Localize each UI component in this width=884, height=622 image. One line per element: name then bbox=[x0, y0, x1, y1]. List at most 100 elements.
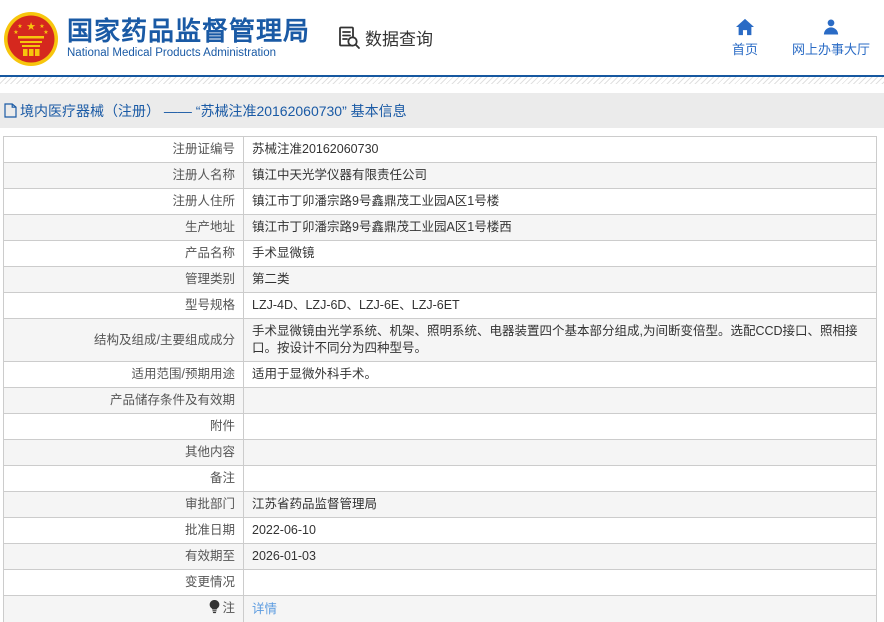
bulb-icon bbox=[209, 599, 220, 619]
breadcrumb-text: 境内医疗器械（注册） —— “苏械注准20162060730” 基本信息 bbox=[20, 102, 407, 119]
data-query-tab[interactable]: 数据查询 bbox=[336, 25, 433, 51]
data-query-icon bbox=[336, 25, 362, 51]
row-value-cell: 江苏省药品监督管理局 bbox=[243, 491, 877, 518]
row-value: 手术显微镜 bbox=[252, 246, 315, 260]
row-value-cell: LZJ-4D、LZJ-6D、LZJ-6E、LZJ-6ET bbox=[243, 292, 877, 319]
nav-online-hall-label: 网上办事大厅 bbox=[791, 41, 870, 57]
svg-text:★: ★ bbox=[39, 23, 44, 30]
row-value-cell: 详情 bbox=[243, 595, 877, 622]
row-value: 2026-01-03 bbox=[252, 549, 316, 563]
row-label: 有效期至 bbox=[184, 549, 235, 563]
table-row: 结构及组成/主要组成成分 手术显微镜由光学系统、机架、照明系统、电器装置四个基本… bbox=[3, 318, 877, 362]
person-icon bbox=[822, 18, 840, 36]
row-label-cell: 有效期至 bbox=[3, 543, 244, 570]
svg-text:★: ★ bbox=[13, 29, 18, 36]
table-row: 其他内容 bbox=[3, 439, 877, 466]
table-row: 管理类别 第二类 bbox=[3, 266, 877, 293]
site-header: ★ ★ ★ ★ ★ 国家药品监督管理局 National Medical Pro… bbox=[0, 0, 884, 75]
hatch-band bbox=[0, 77, 884, 84]
row-label: 附件 bbox=[209, 419, 235, 433]
row-value: 江苏省药品监督管理局 bbox=[252, 497, 378, 511]
table-row: 适用范围/预期用途 适用于显微外科手术。 bbox=[3, 361, 877, 388]
row-label: 注册证编号 bbox=[172, 142, 235, 156]
row-label-cell: 注册人名称 bbox=[3, 162, 244, 189]
row-value-cell: 2022-06-10 bbox=[243, 517, 877, 544]
row-label-cell: 变更情况 bbox=[3, 569, 244, 596]
row-value: 详情 bbox=[252, 602, 277, 616]
nav-home[interactable]: 首页 bbox=[732, 18, 758, 58]
svg-text:★: ★ bbox=[17, 23, 22, 30]
row-label-cell: 附件 bbox=[3, 413, 244, 440]
row-label: 产品储存条件及有效期 bbox=[109, 393, 235, 407]
table-row: 型号规格 LZJ-4D、LZJ-6D、LZJ-6E、LZJ-6ET bbox=[3, 292, 877, 319]
row-label-cell: 适用范围/预期用途 bbox=[3, 361, 244, 388]
data-query-label: 数据查询 bbox=[365, 30, 434, 49]
breadcrumb: 境内医疗器械（注册） —— “苏械注准20162060730” 基本信息 bbox=[0, 93, 884, 128]
row-label-cell: 管理类别 bbox=[3, 266, 244, 293]
table-row: 备注 bbox=[3, 465, 877, 492]
row-label-cell: 注册人住所 bbox=[3, 188, 244, 215]
row-label: 管理类别 bbox=[184, 272, 235, 286]
row-value-cell: 手术显微镜由光学系统、机架、照明系统、电器装置四个基本部分组成,为间断变倍型。选… bbox=[243, 318, 877, 362]
row-label: 生产地址 bbox=[184, 220, 235, 234]
table-row: 注册证编号 苏械注准20162060730 bbox=[3, 136, 877, 163]
row-value-cell bbox=[243, 569, 877, 596]
row-label-cell: 注册证编号 bbox=[3, 136, 244, 163]
home-icon bbox=[735, 18, 755, 36]
row-label-cell: 产品名称 bbox=[3, 240, 244, 267]
table-row: 注册人名称 镇江中天光学仪器有限责任公司 bbox=[3, 162, 877, 189]
table-row: 批准日期 2022-06-10 bbox=[3, 517, 877, 544]
site-title-block: 国家药品监督管理局 National Medical Products Admi… bbox=[67, 17, 310, 59]
site-title: 国家药品监督管理局 bbox=[67, 15, 311, 46]
row-value-cell bbox=[243, 387, 877, 414]
row-label: 审批部门 bbox=[184, 497, 235, 511]
row-value: 适用于显微外科手术。 bbox=[252, 367, 378, 381]
row-value: 镇江市丁卯潘宗路9号鑫鼎茂工业园A区1号楼 bbox=[252, 194, 500, 208]
row-value: 手术显微镜由光学系统、机架、照明系统、电器装置四个基本部分组成,为间断变倍型。选… bbox=[252, 324, 858, 355]
row-label-cell: 批准日期 bbox=[3, 517, 244, 544]
row-label: 适用范围/预期用途 bbox=[131, 367, 235, 381]
row-label: 备注 bbox=[209, 471, 235, 485]
svg-text:★: ★ bbox=[43, 29, 48, 36]
row-value-cell: 第二类 bbox=[243, 266, 877, 293]
detail-link[interactable]: 详情 bbox=[252, 602, 277, 616]
row-label-cell: 结构及组成/主要组成成分 bbox=[3, 318, 244, 362]
table-row: 产品名称 手术显微镜 bbox=[3, 240, 877, 267]
svg-text:★: ★ bbox=[26, 21, 36, 33]
table-row: 生产地址 镇江市丁卯潘宗路9号鑫鼎茂工业园A区1号楼西 bbox=[3, 214, 877, 241]
row-label-cell: 备注 bbox=[3, 465, 244, 492]
row-label-cell: 其他内容 bbox=[3, 439, 244, 466]
row-value-cell: 镇江市丁卯潘宗路9号鑫鼎茂工业园A区1号楼西 bbox=[243, 214, 877, 241]
row-label: 注册人住所 bbox=[172, 194, 235, 208]
row-value-cell: 2026-01-03 bbox=[243, 543, 877, 570]
document-icon bbox=[4, 103, 17, 118]
row-label: 变更情况 bbox=[184, 575, 235, 589]
row-label-cell: 产品储存条件及有效期 bbox=[3, 387, 244, 414]
table-row: 审批部门 江苏省药品监督管理局 bbox=[3, 491, 877, 518]
row-value: 镇江中天光学仪器有限责任公司 bbox=[252, 168, 428, 182]
row-value: 第二类 bbox=[252, 272, 290, 286]
table-row: 注 详情 bbox=[3, 595, 877, 622]
national-emblem-icon: ★ ★ ★ ★ ★ bbox=[3, 11, 59, 67]
nav-online-hall[interactable]: 网上办事大厅 bbox=[792, 18, 870, 58]
row-label: 其他内容 bbox=[184, 445, 235, 459]
info-table: 注册证编号 苏械注准20162060730 注册人名称 镇江中天光学仪器有限责任… bbox=[3, 136, 877, 622]
row-value: 2022-06-10 bbox=[252, 523, 316, 537]
table-row: 变更情况 bbox=[3, 569, 877, 596]
row-value-cell: 手术显微镜 bbox=[243, 240, 877, 267]
row-label-cell: 型号规格 bbox=[3, 292, 244, 319]
row-label-cell: 审批部门 bbox=[3, 491, 244, 518]
row-label: 型号规格 bbox=[184, 298, 235, 312]
row-value: LZJ-4D、LZJ-6D、LZJ-6E、LZJ-6ET bbox=[252, 298, 460, 312]
table-row: 有效期至 2026-01-03 bbox=[3, 543, 877, 570]
spacer bbox=[0, 128, 884, 136]
row-label: 注册人名称 bbox=[172, 168, 235, 182]
row-label: 结构及组成/主要组成成分 bbox=[94, 332, 235, 347]
top-nav: 首页 网上办事大厅 bbox=[732, 18, 870, 58]
row-value-cell: 镇江市丁卯潘宗路9号鑫鼎茂工业园A区1号楼 bbox=[243, 188, 877, 215]
row-value-cell: 苏械注准20162060730 bbox=[243, 136, 877, 163]
row-label-cell: 生产地址 bbox=[3, 214, 244, 241]
row-label: 注 bbox=[222, 601, 235, 615]
spacer bbox=[0, 84, 884, 93]
table-row: 附件 bbox=[3, 413, 877, 440]
